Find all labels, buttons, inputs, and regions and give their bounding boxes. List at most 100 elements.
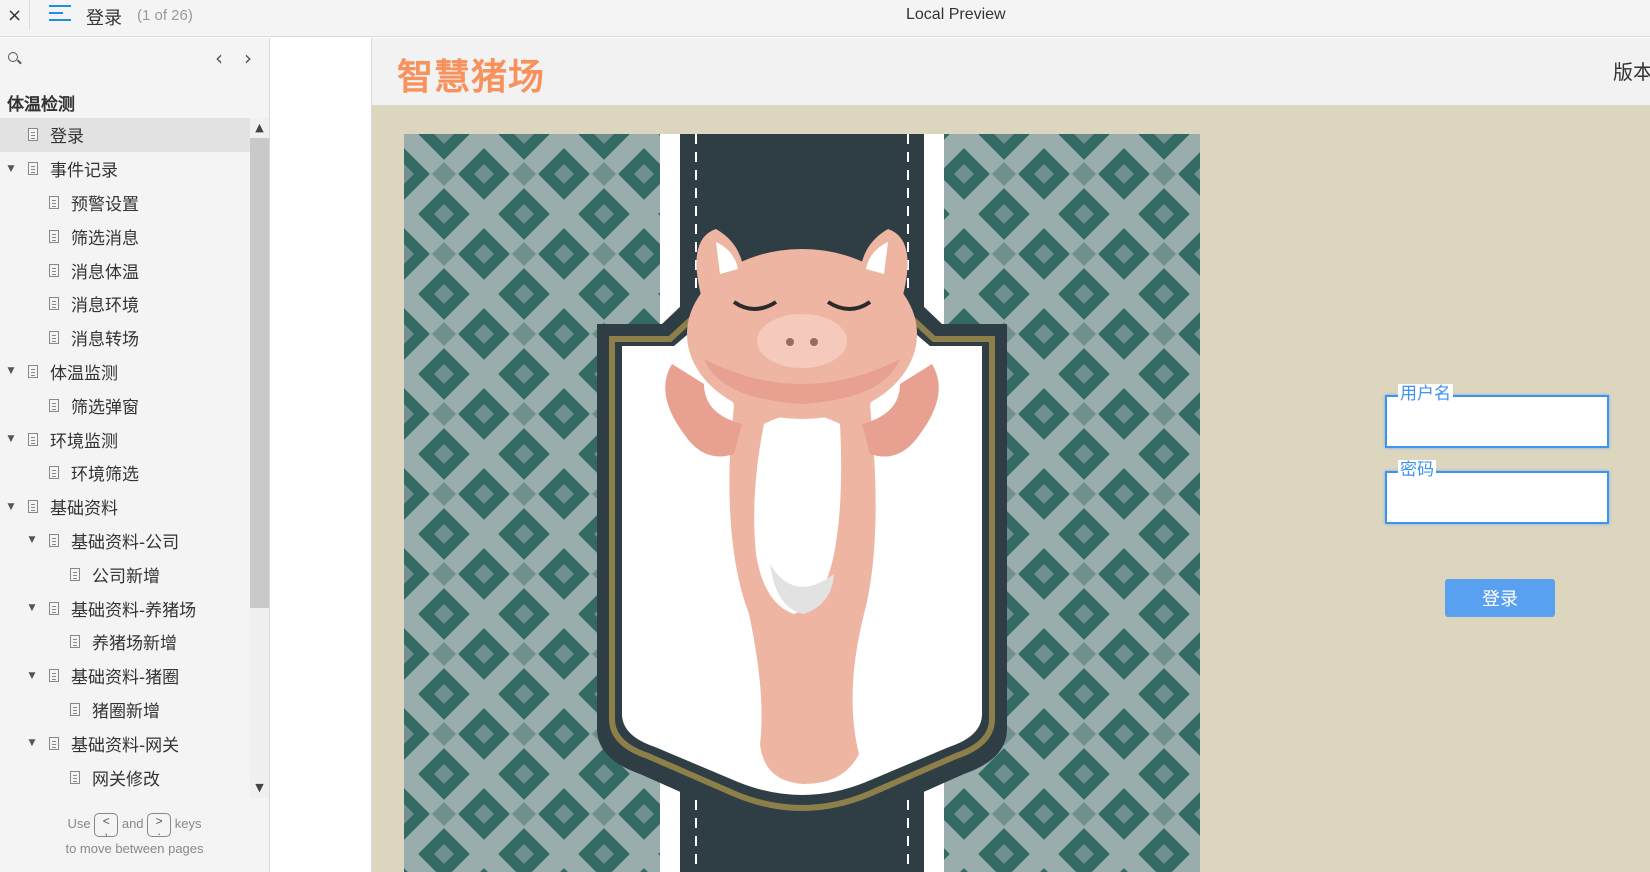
sidebar-item-label: 网关修改 — [92, 769, 160, 790]
page-icon — [49, 736, 59, 750]
page-icon — [49, 331, 59, 345]
sidebar-item-label: 预警设置 — [71, 194, 139, 215]
page-icon — [28, 128, 38, 142]
page-icon — [49, 398, 59, 412]
page-icon — [28, 432, 38, 446]
sidebar-item-label: 基础资料-网关 — [71, 735, 180, 756]
expand-arrow-icon[interactable]: ▼ — [6, 366, 16, 376]
password-field[interactable]: 密码 — [1385, 460, 1609, 524]
login-page: 智慧猪场 版本 用户名 密码 登录 — [371, 38, 1650, 872]
hint-keys: keys — [174, 816, 202, 831]
sidebar-item-label: 消息体温 — [71, 262, 139, 283]
sidebar-item-label: 消息环境 — [71, 296, 139, 317]
sidebar-item[interactable]: ▼ 基础资料-养猪场 — [0, 591, 250, 625]
sidebar-item-label: 筛选消息 — [71, 228, 139, 249]
page-icon — [49, 601, 59, 615]
expand-arrow-icon[interactable]: ▼ — [6, 434, 16, 444]
expand-arrow-icon[interactable]: ▼ — [27, 671, 37, 681]
scroll-thumb[interactable] — [250, 138, 269, 608]
page-icon — [49, 297, 59, 311]
sidebar-item[interactable]: ▼ 体温监测 — [0, 355, 250, 389]
page-count: (1 of 26) — [137, 7, 193, 24]
pig-poster-image — [404, 134, 1200, 872]
close-icon[interactable]: × — [0, 0, 30, 30]
expand-arrow-icon[interactable]: ▼ — [27, 738, 37, 748]
sidebar-item[interactable]: ▼ 基础资料-公司 — [0, 524, 250, 558]
page-icon — [49, 669, 59, 683]
page-icon — [49, 195, 59, 209]
sidebar-item-label: 基础资料 — [50, 499, 118, 520]
page-icon — [28, 500, 38, 514]
page-icon — [70, 702, 80, 716]
sidebar-item[interactable]: ▼ 基础资料-网关 — [0, 726, 250, 760]
expand-arrow-icon[interactable]: ▼ — [6, 502, 16, 512]
expand-arrow-icon[interactable]: ▼ — [6, 164, 16, 174]
sidebar-item-label: 养猪场新增 — [92, 634, 177, 655]
sidebar-item[interactable]: 消息转场 — [0, 321, 250, 355]
expand-arrow-icon[interactable]: ▼ — [27, 603, 37, 613]
sidebar-item-label: 体温监测 — [50, 363, 118, 384]
hint-line2: to move between pages — [65, 840, 204, 856]
scroll-up-icon[interactable]: ▲ — [250, 118, 269, 138]
top-bar: × 登录 (1 of 26) Local Preview — [0, 0, 1650, 37]
page-icon — [49, 533, 59, 547]
sidebar-item[interactable]: ▼ 基础资料-猪圈 — [0, 659, 250, 693]
version-label: 版本 — [1613, 60, 1650, 84]
search-icon[interactable] — [8, 52, 22, 66]
app-title: 智慧猪场 — [397, 57, 546, 98]
sidebar-item-label: 环境监测 — [50, 431, 118, 452]
next-page-button[interactable]: › — [244, 46, 252, 70]
preview-content: 智慧猪场 版本 用户名 密码 登录 — [270, 38, 1650, 872]
current-page-name: 登录 — [86, 8, 122, 29]
sidebar-group-title: 体温检测 — [7, 95, 75, 115]
page-icon — [28, 162, 38, 176]
sidebar-item-label: 事件记录 — [50, 161, 118, 182]
sidebar-item[interactable]: 消息环境 — [0, 287, 250, 321]
sidebar-item[interactable]: ▼ 基础资料 — [0, 490, 250, 524]
sidebar-item-label: 消息转场 — [71, 330, 139, 351]
key-prev-icon: <, — [94, 812, 119, 837]
sidebar-item[interactable]: 公司新增 — [0, 557, 250, 591]
username-input[interactable] — [1387, 397, 1607, 446]
login-button[interactable]: 登录 — [1445, 579, 1555, 617]
page-icon — [49, 466, 59, 480]
page-tree: 登录 ▼ 事件记录预警设置筛选消息消息体温消息环境消息转场 ▼ 体温监测筛选弹窗 ▼ 环境监… — [0, 118, 250, 798]
sidebar-item-label: 筛选弹窗 — [71, 397, 139, 418]
sidebar-item-label: 环境筛选 — [71, 465, 139, 486]
hint-use: Use — [67, 816, 91, 831]
sidebar-item[interactable]: 筛选弹窗 — [0, 388, 250, 422]
sidebar-item[interactable]: 筛选消息 — [0, 219, 250, 253]
menu-icon[interactable] — [49, 5, 71, 25]
page-icon — [28, 364, 38, 378]
prev-page-button[interactable]: ‹ — [215, 46, 223, 70]
window-title: Local Preview — [906, 6, 1006, 23]
sidebar-item-label: 登录 — [50, 127, 84, 148]
password-input[interactable] — [1387, 473, 1607, 522]
page-icon — [49, 263, 59, 277]
sidebar-item[interactable]: 猪圈新增 — [0, 693, 250, 727]
key-next-icon: >. — [147, 812, 172, 837]
sidebar-item[interactable]: 登录 — [0, 118, 250, 152]
sidebar-item-label: 基础资料-公司 — [71, 532, 180, 553]
sidebar-item[interactable]: ▼ 事件记录 — [0, 152, 250, 186]
sidebar-item[interactable]: 环境筛选 — [0, 456, 250, 490]
app-header: 智慧猪场 版本 — [372, 38, 1650, 106]
sidebar-item[interactable]: ▼ 环境监测 — [0, 422, 250, 456]
sidebar-scrollbar[interactable]: ▲ ▼ — [250, 118, 269, 798]
sidebar: ‹ › 体温检测 登录 ▼ 事件记录预警设置筛选消息消息体温消息环境消息转场 ▼ 体温监… — [0, 38, 270, 872]
sidebar-item-label: 猪圈新增 — [92, 701, 160, 722]
expand-arrow-icon[interactable]: ▼ — [27, 535, 37, 545]
hint-and: and — [121, 816, 144, 831]
scroll-down-icon[interactable]: ▼ — [250, 778, 269, 798]
sidebar-item[interactable]: 养猪场新增 — [0, 625, 250, 659]
page-icon — [70, 770, 80, 784]
sidebar-item[interactable]: 网关修改 — [0, 760, 250, 794]
username-field[interactable]: 用户名 — [1385, 384, 1609, 448]
sidebar-item-label: 基础资料-养猪场 — [71, 600, 197, 621]
sidebar-item[interactable]: 消息体温 — [0, 253, 250, 287]
sidebar-item[interactable]: 预警设置 — [0, 186, 250, 220]
sidebar-item-label: 基础资料-猪圈 — [71, 668, 180, 689]
page-icon — [70, 635, 80, 649]
keyboard-hint: Use <, and >. keys to move between pages — [0, 812, 269, 861]
page-icon — [49, 229, 59, 243]
